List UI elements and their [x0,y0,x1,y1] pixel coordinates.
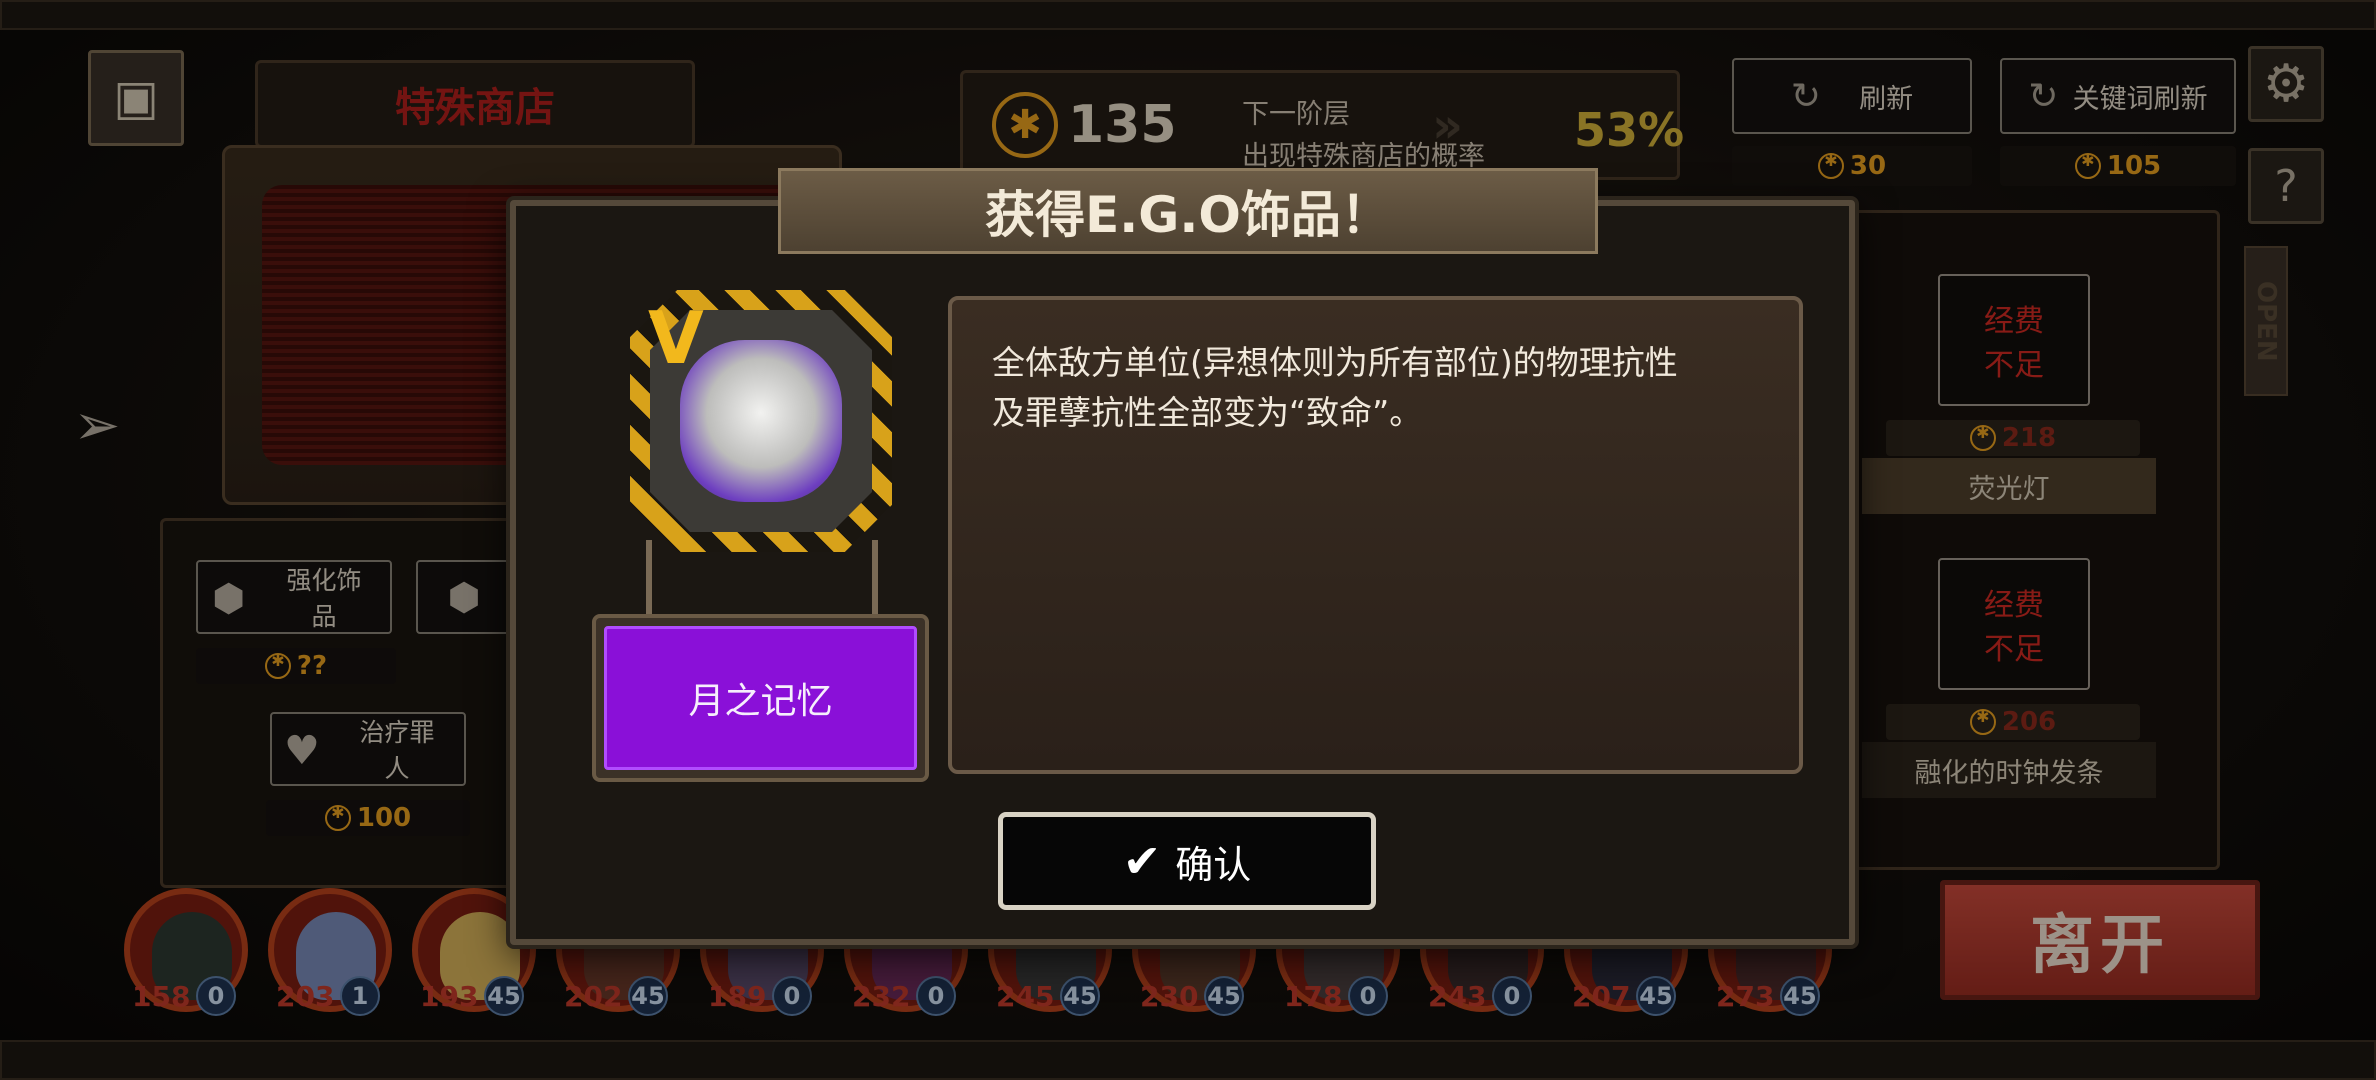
gift-description-line: 及罪孽抗性全部变为“致命”。 [992,393,1423,432]
dialog-title: 获得E.G.O饰品！ [778,168,1598,254]
gift-name: 月之记忆 [604,626,917,770]
confirm-label: 确认 [1175,842,1252,887]
chain-right [872,540,878,620]
chain-left [646,540,652,620]
confirm-button[interactable]: ✔ 确认 [998,812,1376,910]
moon-memory-gift-icon [680,340,842,502]
gift-tier: V [648,296,704,380]
checkmark-icon: ✔ [1122,834,1162,888]
gift-description: 全体敌方单位(异想体则为所有部位)的物理抗性 及罪孽抗性全部变为“致命”。 [948,296,1803,774]
gift-description-line: 全体敌方单位(异想体则为所有部位)的物理抗性 [992,343,1678,382]
